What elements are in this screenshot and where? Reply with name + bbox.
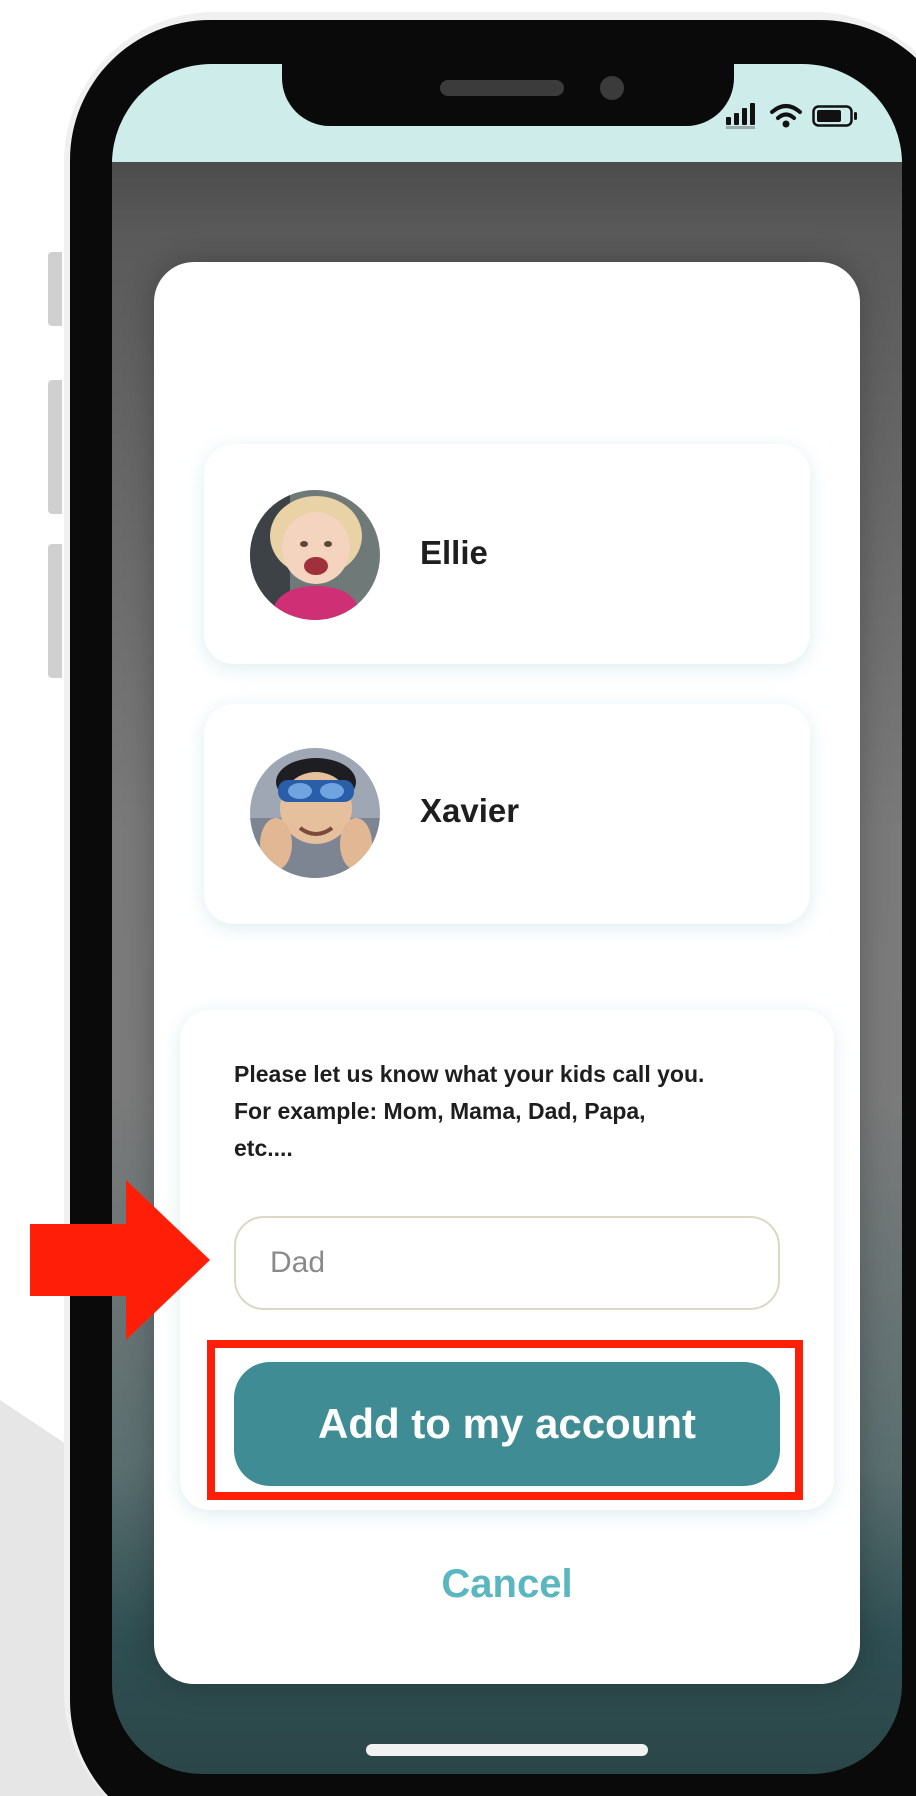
volume-up-button: [48, 380, 62, 514]
battery-icon: [812, 105, 857, 127]
volume-down-button: [48, 544, 62, 678]
prompt-line-3: etc....: [234, 1135, 293, 1161]
cellular-signal-icon: [726, 103, 755, 129]
front-camera: [600, 76, 624, 100]
avatar-xavier: [250, 748, 380, 878]
kid-name-ellie: Ellie: [420, 534, 488, 571]
speaker-grille: [440, 80, 564, 96]
prompt-line-2: For example: Mom, Mama, Dad, Papa,: [234, 1098, 646, 1124]
screenshot-stage: Ellie Xavier Please let us know what you…: [0, 0, 916, 1796]
red-arrow-icon: [30, 1180, 210, 1340]
mute-switch: [48, 252, 62, 326]
wifi-icon: [770, 104, 802, 128]
cancel-button[interactable]: Cancel: [154, 1562, 860, 1607]
parent-name-input[interactable]: [234, 1216, 780, 1310]
avatar-ellie: [250, 490, 380, 620]
prompt-line-1: Please let us know what your kids call y…: [234, 1061, 705, 1087]
status-icons: [726, 96, 860, 136]
parent-name-prompt: Please let us know what your kids call y…: [234, 1056, 794, 1167]
home-indicator: [366, 1744, 648, 1756]
add-to-account-button[interactable]: Add to my account: [234, 1362, 780, 1486]
kid-name-xavier: Xavier: [420, 792, 520, 829]
